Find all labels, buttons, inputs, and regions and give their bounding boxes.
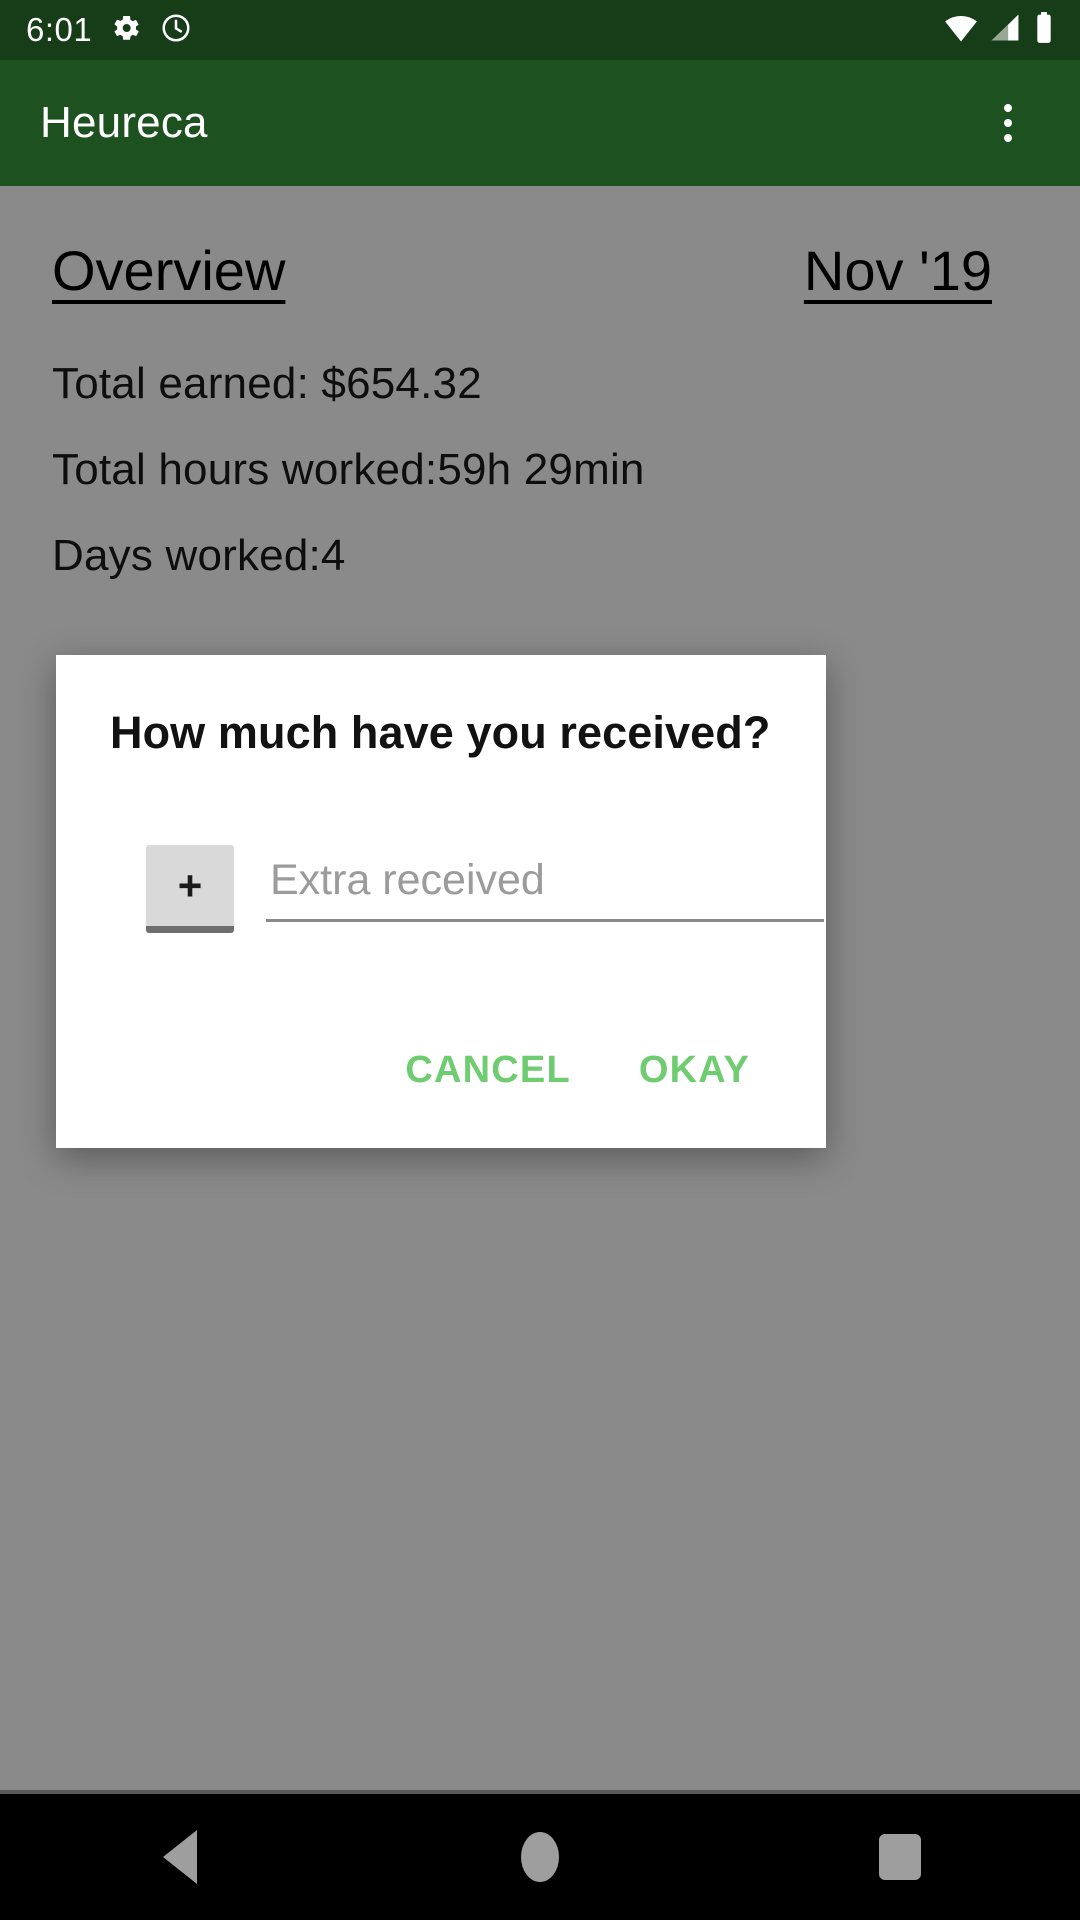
overflow-dot — [1004, 134, 1012, 142]
nav-home-button[interactable] — [480, 1797, 600, 1917]
overflow-menu-icon[interactable] — [976, 91, 1040, 155]
status-bar-left: 6:01 — [26, 11, 192, 49]
wifi-icon — [944, 13, 978, 48]
overflow-dot — [1004, 119, 1012, 127]
received-amount-dialog: How much have you received? + CANCEL OKA… — [56, 655, 826, 1148]
nav-back-button[interactable] — [120, 1797, 240, 1917]
cancel-button[interactable]: CANCEL — [391, 1037, 585, 1104]
add-amount-button[interactable]: + — [146, 845, 234, 933]
home-circle-icon — [521, 1832, 559, 1882]
clock-icon — [160, 12, 192, 49]
system-navigation-bar — [0, 1790, 1080, 1920]
dialog-title: How much have you received? — [110, 707, 771, 758]
cellular-signal-icon — [990, 13, 1022, 48]
app-bar: Heureca — [0, 60, 1080, 186]
status-bar-clock: 6:01 — [26, 11, 93, 48]
phone-screen: 6:01 Heureca Overview Nov '19 Total earn… — [0, 0, 1080, 1920]
dialog-actions: CANCEL OKAY — [106, 1037, 776, 1148]
status-bar: 6:01 — [0, 0, 1080, 60]
okay-button[interactable]: OKAY — [625, 1037, 764, 1104]
dialog-input-row: + — [106, 845, 824, 933]
gear-icon — [110, 12, 142, 49]
status-bar-right — [944, 11, 1054, 49]
back-triangle-icon — [163, 1830, 197, 1884]
battery-icon — [1034, 11, 1054, 49]
app-title: Heureca — [40, 98, 208, 147]
overflow-dot — [1004, 104, 1012, 112]
recents-square-icon — [879, 1834, 921, 1880]
extra-received-input[interactable] — [266, 856, 824, 922]
nav-recents-button[interactable] — [840, 1797, 960, 1917]
